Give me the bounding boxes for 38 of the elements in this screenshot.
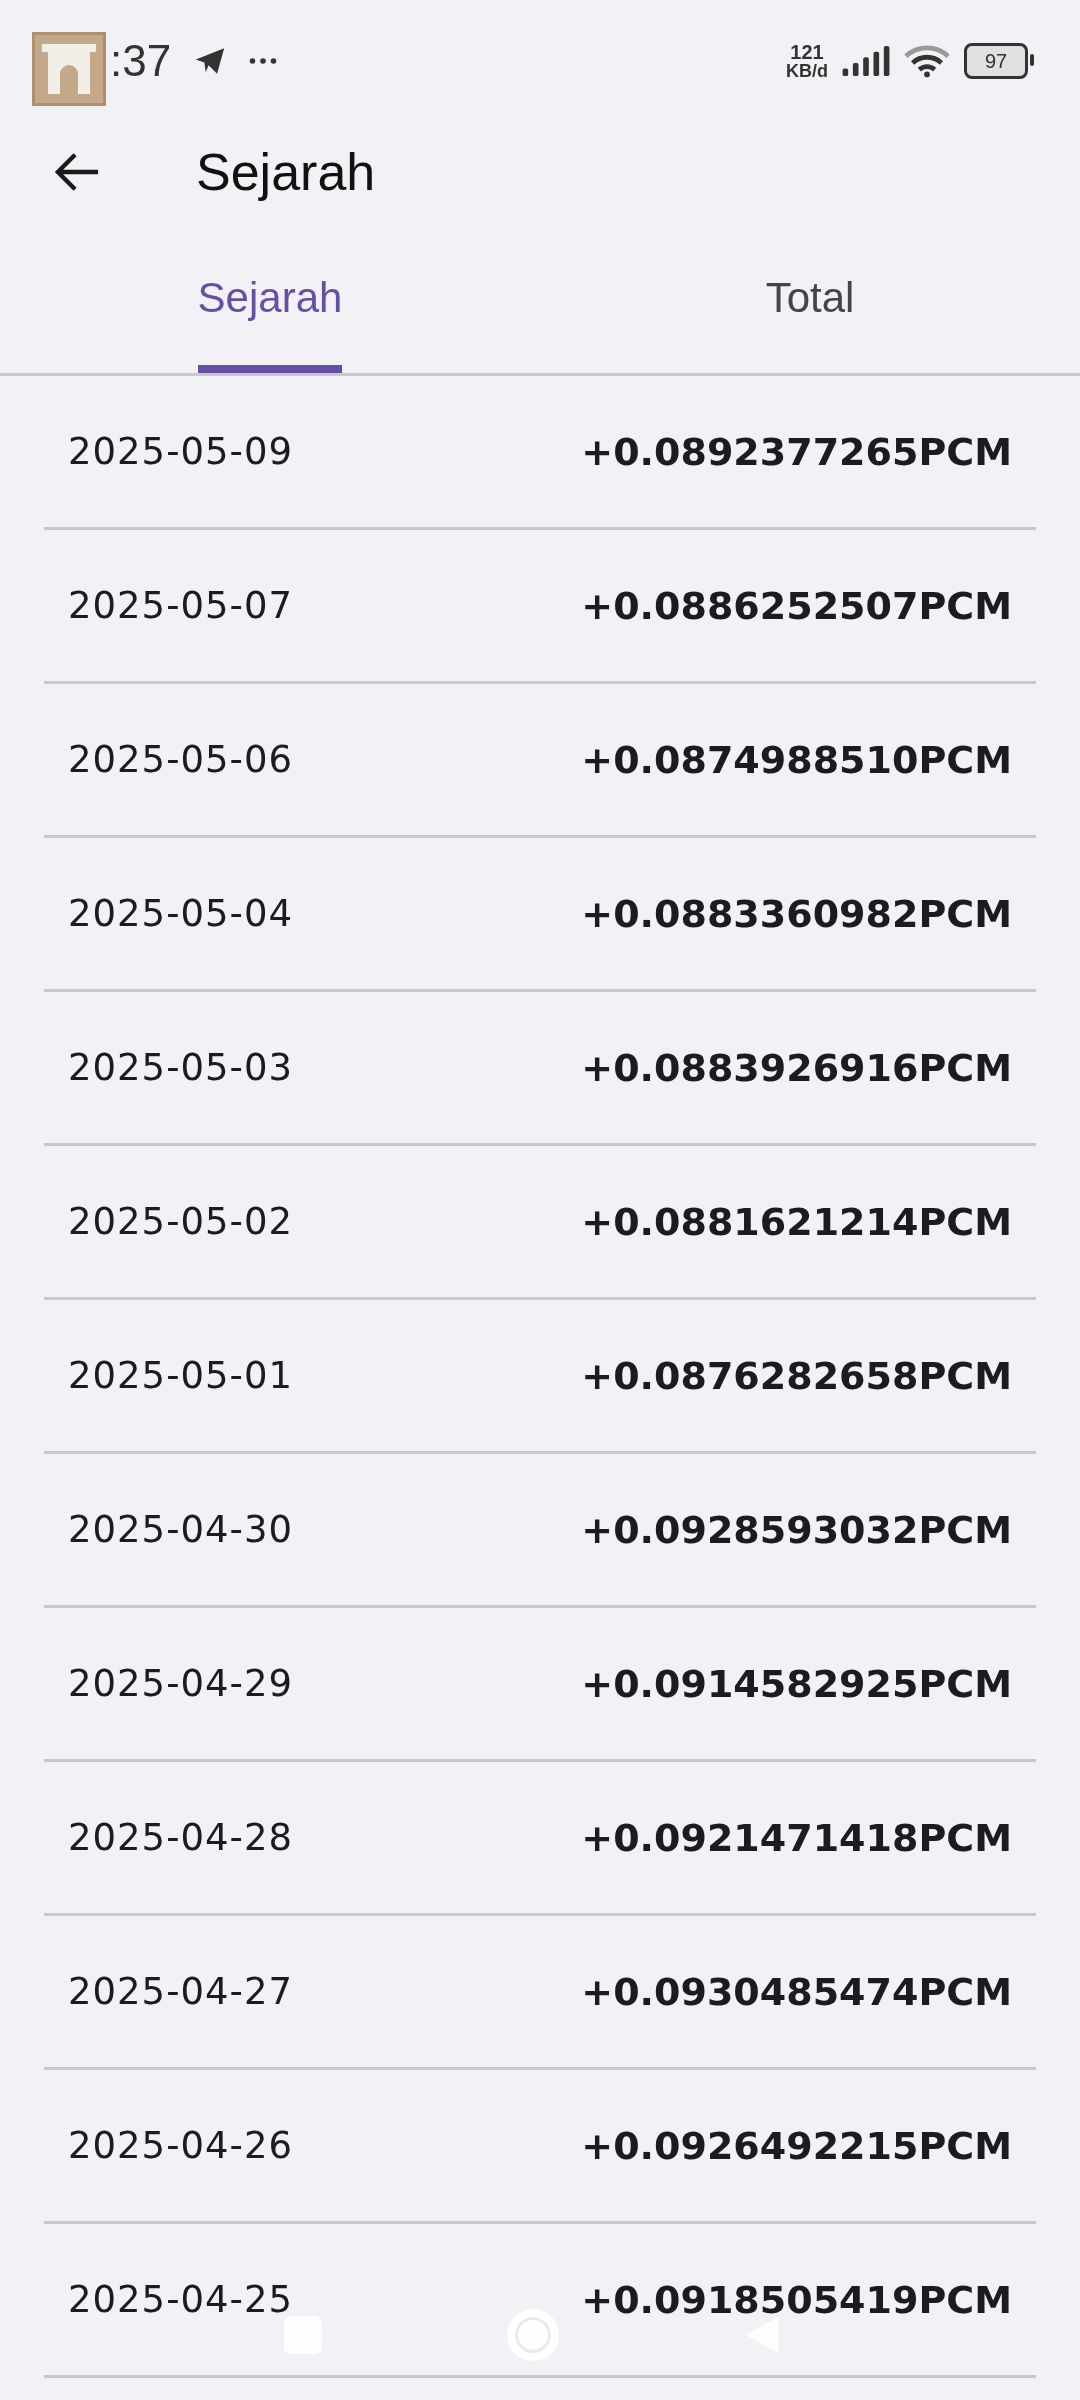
amount-text: +0.0883926916PCM [581, 1045, 1012, 1090]
date-text: 2025-05-07 [68, 584, 294, 627]
tab[interactable]: Sejarah [197, 222, 343, 373]
network-speed-unit: KB/d [786, 62, 828, 80]
date-text: 2025-05-01 [68, 1354, 294, 1397]
amount-text: +0.0918505419PCM [581, 2277, 1012, 2322]
date-text: 2025-04-26 [68, 2124, 294, 2167]
network-speed: 121 [790, 42, 824, 62]
amount-text: +0.0874988510PCM [581, 737, 1012, 782]
screen-title: Sejarah [196, 142, 376, 202]
amount-text: +0.0921471418PCM [581, 1815, 1012, 1860]
amount-text: +0.0928593032PCM [581, 1507, 1012, 1552]
date-text: 2025-05-03 [68, 1046, 294, 1089]
amount-text: +0.0926492215PCM [581, 2123, 1012, 2168]
amount-text: +0.0883360982PCM [581, 891, 1012, 936]
date-text: 2025-05-09 [68, 430, 294, 473]
date-text: 2025-04-27 [68, 1970, 294, 2013]
clock: :37 [110, 36, 172, 86]
amount-text: +0.0886252507PCM [581, 583, 1012, 628]
more-icon [249, 57, 278, 65]
battery-level: 97 [984, 51, 1008, 71]
date-text: 2025-04-30 [68, 1508, 294, 1551]
date-text: 2025-04-28 [68, 1816, 294, 1859]
amount-text: +0.0876282658PCM [581, 1353, 1012, 1398]
app-icon[interactable] [32, 32, 106, 106]
wifi-icon [904, 44, 950, 78]
signal-icon [842, 46, 890, 76]
date-text: 2025-04-25 [68, 2278, 294, 2321]
back-arrow-icon[interactable] [54, 152, 100, 192]
date-text: 2025-05-06 [68, 738, 294, 781]
date-text: 2025-04-29 [68, 1662, 294, 1705]
date-text: 2025-05-02 [68, 1200, 294, 1243]
amount-text: +0.0881621214PCM [581, 1199, 1012, 1244]
amount-text: +0.0930485474PCM [581, 1969, 1012, 2014]
amount-text: +0.0914582925PCM [581, 1661, 1012, 1706]
date-text: 2025-05-04 [68, 892, 294, 935]
amount-text: +0.0892377265PCM [581, 429, 1012, 474]
tab[interactable]: Total [765, 222, 855, 373]
